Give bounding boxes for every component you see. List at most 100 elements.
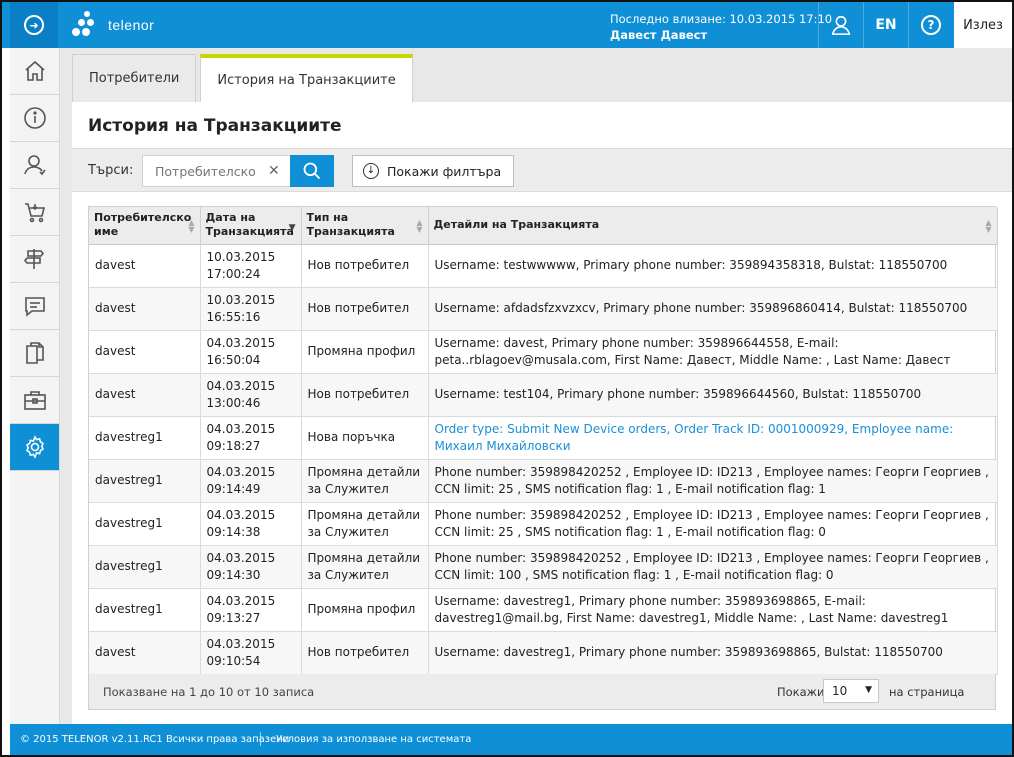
sidebar-item-info[interactable] xyxy=(10,95,59,142)
sidebar-item-settings[interactable] xyxy=(10,424,59,471)
cell-date: 10.03.2015 17:00:24 xyxy=(200,244,302,288)
cell-details-text: Username: afdadsfzxvzxcv, Primary phone … xyxy=(434,301,968,315)
table-header-row: Потребителско име ▲ ▼ Дата на Транзакцията… xyxy=(89,207,998,245)
cell-date-text: 04.03.2015 xyxy=(206,507,276,522)
menu-toggle-button[interactable]: ➜ xyxy=(10,2,58,48)
cell-type-text: Нов потребител xyxy=(307,645,410,659)
page-size-label: Покажи xyxy=(777,685,825,699)
show-filter-button[interactable]: ↓ Покажи филтъра xyxy=(352,155,515,187)
cell-username: davestreg1 xyxy=(89,416,201,460)
sidebar-item-home[interactable] xyxy=(10,48,59,95)
cell-username: davest xyxy=(89,330,201,374)
cell-details-text: Username: davestreg1, Primary phone numb… xyxy=(434,645,943,659)
cell-details-text: Username: testwwwww, Primary phone numbe… xyxy=(434,258,948,272)
cell-date: 04.03.2015 16:50:04 xyxy=(200,330,302,374)
cell-type-text: Промяна детайли за Служител xyxy=(307,464,421,496)
user-icon xyxy=(831,15,851,35)
footer: © 2015 TELENOR v2.11.RC1 Всички права за… xyxy=(10,724,1012,755)
tab-bar: Потребители История на Транзакциите xyxy=(72,54,417,102)
cell-username: davestreg1 xyxy=(89,459,201,503)
column-header-username[interactable]: Потребителско име ▲ ▼ xyxy=(89,207,201,245)
column-header-details[interactable]: Детайли на Транзакцията ▲ ▼ xyxy=(428,207,998,245)
cell-details-text: Phone number: 359898420252 , Employee ID… xyxy=(434,550,989,582)
top-bar: ➜ telenor Последно влизане: 10.03.2015 1… xyxy=(2,2,1012,48)
cell-details-text: Username: test104, Primary phone number:… xyxy=(434,387,922,401)
cell-details-text: Phone number: 359898420252 , Employee ID… xyxy=(434,507,989,539)
last-login-label: Последно влизане: 10.03.2015 17:10 xyxy=(610,12,833,26)
cell-details: Phone number: 359898420252 , Employee ID… xyxy=(428,502,998,546)
cell-username: davest xyxy=(89,244,201,288)
cell-username: davest xyxy=(89,631,201,675)
search-icon xyxy=(303,162,321,180)
cell-date: 04.03.2015 09:18:27 xyxy=(200,416,302,460)
cell-date-text: 09:10:54 xyxy=(206,653,261,668)
help-button[interactable]: ? xyxy=(908,2,953,48)
cell-details[interactable]: Order type: Submit New Device orders, Or… xyxy=(428,416,998,460)
sidebar-item-signpost[interactable] xyxy=(10,236,59,283)
cell-date-text: 04.03.2015 xyxy=(206,464,276,479)
cell-type: Нов потребител xyxy=(301,287,429,331)
user-icon xyxy=(23,155,46,176)
search-button[interactable] xyxy=(290,155,334,187)
arrow-right-icon: ➜ xyxy=(24,15,44,35)
sidebar-item-business[interactable] xyxy=(10,377,59,424)
documents-icon xyxy=(25,342,44,364)
transactions-table: Потребителско име ▲ ▼ Дата на Транзакцията… xyxy=(88,206,998,676)
cell-type-text: Промяна детайли за Служител xyxy=(307,507,421,539)
cell-date: 04.03.2015 09:13:27 xyxy=(200,588,302,632)
brand-name: telenor xyxy=(108,17,155,33)
sort-icon: ▲ ▼ xyxy=(985,218,992,234)
per-page-label: на страница xyxy=(889,685,965,699)
cell-type: Промяна профил xyxy=(301,588,429,632)
column-header-type[interactable]: Тип на Транзакцията ▲ ▼ xyxy=(301,207,429,245)
dropdown-arrow-icon: ▼ xyxy=(865,685,872,695)
telenor-logo-mark xyxy=(70,11,102,39)
cell-username: davestreg1 xyxy=(89,588,201,632)
cell-date-text: 04.03.2015 xyxy=(206,550,276,565)
table-row: davestreg1 04.03.2015 09:14:38 Промяна дета… xyxy=(89,502,998,546)
logout-button[interactable]: Излез xyxy=(954,2,1012,48)
cell-date-text: 04.03.2015 xyxy=(206,421,276,436)
table-pagination: Показване на 1 до 10 от 10 записа Покажи… xyxy=(88,674,996,710)
column-header-label: Тип на Транзакцията xyxy=(306,211,395,239)
cell-details-text: Username: davest, Primary phone number: … xyxy=(434,335,951,367)
cell-username-text: davestreg1 xyxy=(95,602,163,616)
current-user-name: Давест Давест xyxy=(610,28,708,42)
app-window: ➜ telenor Последно влизане: 10.03.2015 1… xyxy=(0,0,1014,757)
transaction-history-panel: История на Транзакциите Търси: ✕ ↓ Покаж… xyxy=(72,102,1012,724)
cell-details-text: Phone number: 359898420252 , Employee ID… xyxy=(434,464,989,496)
cell-username-text: davestreg1 xyxy=(95,559,163,573)
page-size-value: 10 xyxy=(832,684,848,698)
cell-date-text: 04.03.2015 xyxy=(206,593,276,608)
cell-type: Промяна детайли за Служител xyxy=(301,545,429,589)
tab-users[interactable]: Потребители xyxy=(72,54,197,102)
terms-link[interactable]: Условия за използване на системата xyxy=(276,734,471,745)
language-button[interactable]: EN xyxy=(863,2,908,48)
column-header-date[interactable]: Дата на Транзакцията ▼ xyxy=(200,207,302,245)
gear-icon xyxy=(25,435,44,459)
briefcase-icon xyxy=(23,391,46,410)
sidebar-item-users[interactable] xyxy=(10,142,59,189)
cell-username-text: davestreg1 xyxy=(95,430,163,444)
table-body: davest 10.03.2015 17:00:24 Нов потребител Us… xyxy=(89,244,998,675)
cell-details-text: Username: davestreg1, Primary phone numb… xyxy=(434,593,949,625)
cell-username-text: davest xyxy=(95,301,136,315)
telenor-logo[interactable]: telenor xyxy=(70,11,154,39)
signpost-icon xyxy=(23,249,44,269)
cell-date: 04.03.2015 09:14:30 xyxy=(200,545,302,589)
table-row: davest 10.03.2015 17:00:24 Нов потребител Us… xyxy=(89,244,998,288)
table-row: davestreg1 04.03.2015 09:14:30 Промяна дета… xyxy=(89,545,998,589)
sidebar-item-documents[interactable] xyxy=(10,330,59,377)
cell-date-text: 17:00:24 xyxy=(206,266,261,281)
cell-date-text: 09:14:49 xyxy=(206,481,261,496)
tab-transaction-history[interactable]: История на Транзакциите xyxy=(200,54,413,102)
cell-type-text: Нов потребител xyxy=(307,301,410,315)
cell-username: davest xyxy=(89,373,201,417)
sidebar-item-messages[interactable] xyxy=(10,283,59,330)
cell-date-text: 10.03.2015 xyxy=(206,292,276,307)
table-row: davest 04.03.2015 16:50:04 Промяна профил Us… xyxy=(89,330,998,374)
sidebar-item-cart[interactable] xyxy=(10,189,59,236)
clear-search-icon[interactable]: ✕ xyxy=(268,163,280,179)
profile-button[interactable] xyxy=(818,2,863,48)
page-size-select[interactable]: 10 ▼ xyxy=(823,679,879,703)
